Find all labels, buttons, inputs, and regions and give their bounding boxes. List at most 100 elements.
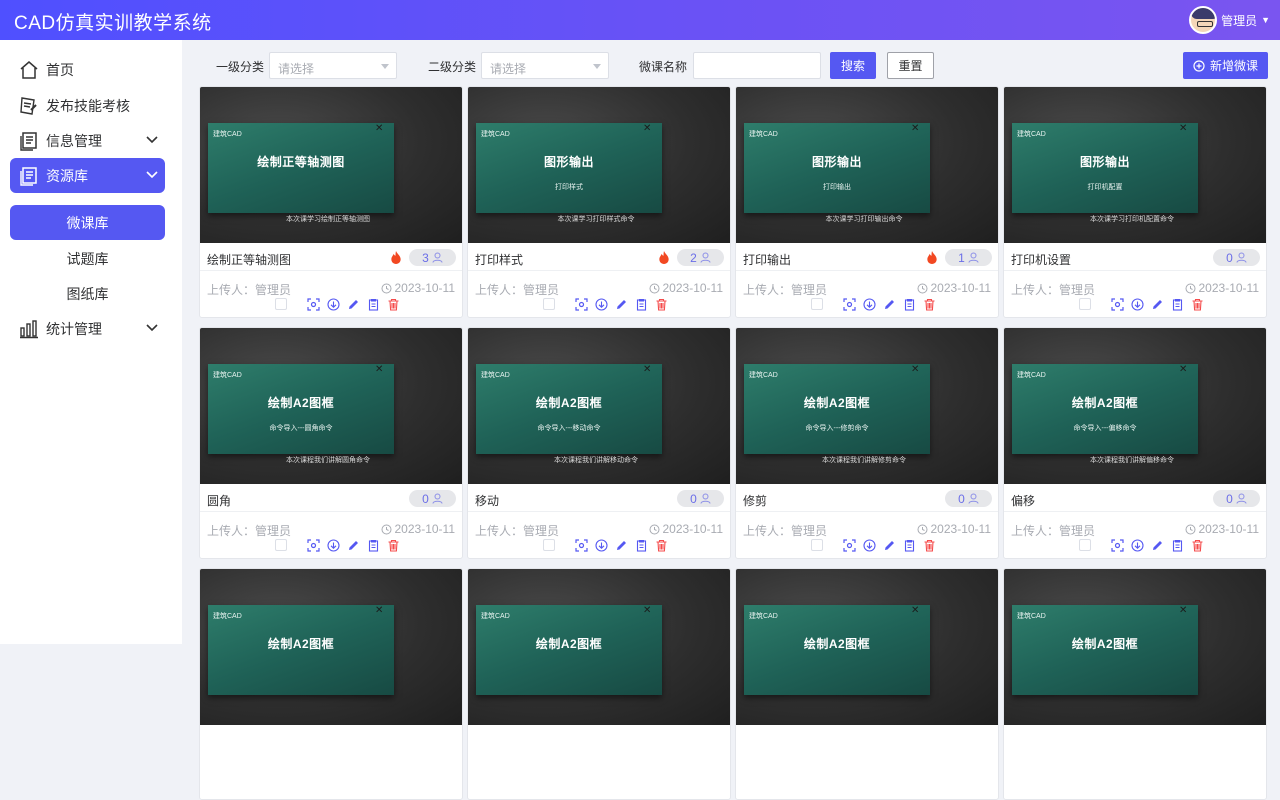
select-checkbox[interactable] [1079, 298, 1091, 310]
delete-icon[interactable] [1191, 298, 1204, 311]
select-checkbox[interactable] [275, 539, 287, 551]
course-card[interactable]: 建筑CAD 绘制A2图框 命令导入---移动命令 ✕ 本次课程我们讲解移动命令 移动 0 上传… [467, 327, 731, 559]
course-thumbnail[interactable]: 建筑CAD 绘制A2图框 命令导入---圆角命令 ✕ 本次课程我们讲解圆角命令 [200, 328, 462, 484]
course-card[interactable]: 建筑CAD 绘制A2图框 命令导入---偏移命令 ✕ 本次课程我们讲解偏移命令 偏移 0 上传… [1003, 327, 1267, 559]
sidebar-item-statistics[interactable]: 统计管理 [10, 311, 165, 346]
clipboard-icon[interactable] [367, 539, 380, 552]
course-thumbnail[interactable]: 建筑CAD 绘制A2图框 ✕ [468, 569, 730, 725]
edit-icon[interactable] [615, 539, 628, 552]
preview-icon[interactable] [307, 538, 320, 552]
course-thumbnail[interactable]: 建筑CAD 绘制A2图框 ✕ [736, 569, 998, 725]
download-icon[interactable] [327, 538, 340, 552]
clipboard-icon[interactable] [903, 539, 916, 552]
sidebar-item-resource-library[interactable]: 资源库 [10, 158, 165, 193]
course-card[interactable]: 建筑CAD 绘制A2图框 命令导入---修剪命令 ✕ 本次课程我们讲解修剪命令 修剪 0 上传… [735, 327, 999, 559]
preview-icon[interactable] [307, 297, 320, 311]
delete-icon[interactable] [923, 539, 936, 552]
filter-bar: 一级分类 请选择 二级分类 请选择 微课名称 搜索 重置 新增微课 [182, 40, 1280, 86]
course-card[interactable]: 建筑CAD 图形输出 打印机配置 ✕ 本次课学习打印机配置命令 打印机设置 0 上传人：管理员… [1003, 86, 1267, 318]
preview-icon[interactable] [575, 297, 588, 311]
edit-icon[interactable] [1151, 539, 1164, 552]
reset-button[interactable]: 重置 [887, 52, 934, 79]
download-icon[interactable] [1131, 538, 1144, 552]
course-thumbnail[interactable]: 建筑CAD 图形输出 打印机配置 ✕ 本次课学习打印机配置命令 [1004, 87, 1266, 243]
user-menu[interactable]: 管理员 ▼ [1189, 6, 1270, 34]
sidebar-item-skill-assessment[interactable]: 发布技能考核 [10, 88, 165, 123]
search-button[interactable]: 搜索 [830, 52, 876, 79]
preview-icon[interactable] [575, 538, 588, 552]
sidebar-sub-drawing-library[interactable]: 图纸库 [10, 276, 165, 311]
edit-icon[interactable] [347, 298, 360, 311]
preview-icon[interactable] [1111, 297, 1124, 311]
download-icon[interactable] [1131, 297, 1144, 311]
course-thumbnail[interactable]: 建筑CAD 绘制A2图框 命令导入---偏移命令 ✕ 本次课程我们讲解偏移命令 [1004, 328, 1266, 484]
clipboard-icon[interactable] [1171, 298, 1184, 311]
sidebar-sub-micro-course[interactable]: 微课库 [10, 205, 165, 240]
course-card[interactable]: 建筑CAD 绘制A2图框 ✕ [1003, 568, 1267, 800]
course-card[interactable]: 建筑CAD 绘制正等轴测图 ✕ 本次课学习绘制正等轴测图 绘制正等轴测图 3 上传人：管理员… [199, 86, 463, 318]
avatar[interactable] [1189, 6, 1218, 34]
clipboard-icon[interactable] [367, 298, 380, 311]
preview-icon[interactable] [843, 538, 856, 552]
add-course-button[interactable]: 新增微课 [1183, 52, 1268, 79]
edit-icon[interactable] [883, 298, 896, 311]
course-card[interactable]: 建筑CAD 绘制A2图框 ✕ [735, 568, 999, 800]
upload-date-value: 2023-10-11 [1198, 522, 1260, 536]
course-name-input[interactable] [693, 52, 821, 79]
course-thumbnail[interactable]: 建筑CAD 绘制正等轴测图 ✕ 本次课学习绘制正等轴测图 [200, 87, 462, 243]
course-card[interactable]: 建筑CAD 图形输出 打印输出 ✕ 本次课学习打印输出命令 打印输出 1 上传人：管理员 202… [735, 86, 999, 318]
user-icon [700, 493, 711, 504]
course-thumbnail[interactable]: 建筑CAD 绘制A2图框 ✕ [1004, 569, 1266, 725]
course-card[interactable]: 建筑CAD 绘制A2图框 ✕ [199, 568, 463, 800]
uploader: 上传人：管理员 [1011, 522, 1095, 539]
delete-icon[interactable] [387, 298, 400, 311]
course-thumbnail[interactable]: 建筑CAD 绘制A2图框 命令导入---移动命令 ✕ 本次课程我们讲解移动命令 [468, 328, 730, 484]
select-checkbox[interactable] [811, 539, 823, 551]
select-checkbox[interactable] [275, 298, 287, 310]
edit-icon[interactable] [1151, 298, 1164, 311]
course-thumbnail[interactable]: 建筑CAD 图形输出 打印样式 ✕ 本次课学习打印样式命令 [468, 87, 730, 243]
course-thumbnail[interactable]: 建筑CAD 绘制A2图框 命令导入---修剪命令 ✕ 本次课程我们讲解修剪命令 [736, 328, 998, 484]
level2-select[interactable]: 请选择 [481, 52, 609, 79]
delete-icon[interactable] [923, 298, 936, 311]
uploader-name: 管理员 [255, 524, 292, 538]
select-checkbox[interactable] [811, 298, 823, 310]
caret-down-icon[interactable]: ▼ [1261, 15, 1270, 25]
preview-icon[interactable] [843, 297, 856, 311]
sidebar-item-home[interactable]: 首页 [10, 52, 165, 87]
user-name[interactable]: 管理员 [1221, 12, 1257, 29]
delete-icon[interactable] [655, 298, 668, 311]
select-checkbox[interactable] [543, 539, 555, 551]
slide-brand: 建筑CAD [213, 613, 242, 620]
delete-icon[interactable] [1191, 539, 1204, 552]
course-card[interactable]: 建筑CAD 绘制A2图框 ✕ [467, 568, 731, 800]
sidebar-sub-question-bank[interactable]: 试题库 [10, 241, 165, 276]
clipboard-icon[interactable] [1171, 539, 1184, 552]
delete-icon[interactable] [655, 539, 668, 552]
delete-icon[interactable] [387, 539, 400, 552]
clipboard-icon[interactable] [903, 298, 916, 311]
course-card[interactable]: 建筑CAD 绘制A2图框 命令导入---圆角命令 ✕ 本次课程我们讲解圆角命令 圆角 0 上传… [199, 327, 463, 559]
sidebar-item-info-management[interactable]: 信息管理 [10, 123, 165, 158]
select-checkbox[interactable] [543, 298, 555, 310]
edit-icon[interactable] [347, 539, 360, 552]
course-card[interactable]: 建筑CAD 图形输出 打印样式 ✕ 本次课学习打印样式命令 打印样式 2 上传人：管理员 202… [467, 86, 731, 318]
clipboard-icon[interactable] [635, 298, 648, 311]
download-icon[interactable] [595, 538, 608, 552]
download-icon[interactable] [863, 297, 876, 311]
download-icon[interactable] [863, 538, 876, 552]
edit-icon[interactable] [883, 539, 896, 552]
select-checkbox[interactable] [1079, 539, 1091, 551]
uploader: 上传人：管理员 [207, 281, 291, 298]
clipboard-icon[interactable] [635, 539, 648, 552]
preview-icon[interactable] [1111, 538, 1124, 552]
course-thumbnail[interactable]: 建筑CAD 图形输出 打印输出 ✕ 本次课学习打印输出命令 [736, 87, 998, 243]
level1-select[interactable]: 请选择 [269, 52, 397, 79]
course-thumbnail[interactable]: 建筑CAD 绘制A2图框 ✕ [200, 569, 462, 725]
uploader-prefix: 上传人： [743, 524, 792, 538]
download-icon[interactable] [595, 297, 608, 311]
edit-icon[interactable] [615, 298, 628, 311]
sidebar-item-label: 首页 [46, 61, 74, 78]
user-icon [968, 252, 979, 263]
download-icon[interactable] [327, 297, 340, 311]
